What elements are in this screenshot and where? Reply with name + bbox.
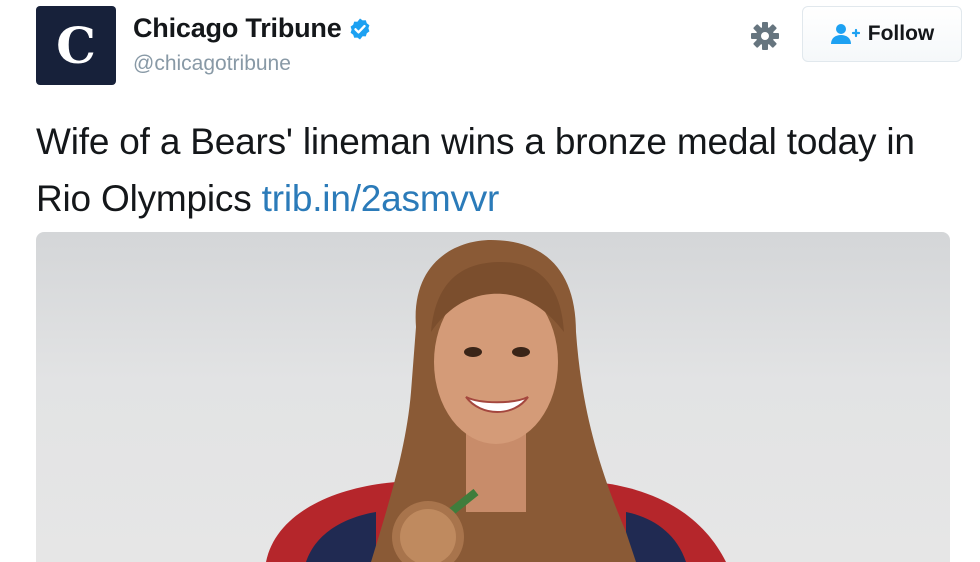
avatar-logo-letter: C	[56, 15, 96, 75]
follow-button-label: Follow	[867, 22, 935, 45]
display-name[interactable]: Chicago Tribune	[133, 13, 342, 44]
tweet-photo[interactable]	[36, 232, 950, 562]
avatar[interactable]: C	[36, 6, 116, 85]
tweet-link[interactable]: trib.in/2asmvvr	[262, 178, 500, 219]
add-user-icon	[830, 24, 860, 44]
account-name-row: Chicago Tribune	[133, 13, 372, 44]
tweet-text: Wife of a Bears' lineman wins a bronze m…	[36, 113, 956, 227]
follow-button[interactable]: Follow	[802, 6, 962, 62]
account-handle[interactable]: @chicagotribune	[133, 52, 291, 76]
gear-icon[interactable]	[749, 20, 781, 52]
photo-athlete-with-bronze-medal	[266, 240, 726, 562]
verified-badge-icon	[350, 18, 369, 39]
